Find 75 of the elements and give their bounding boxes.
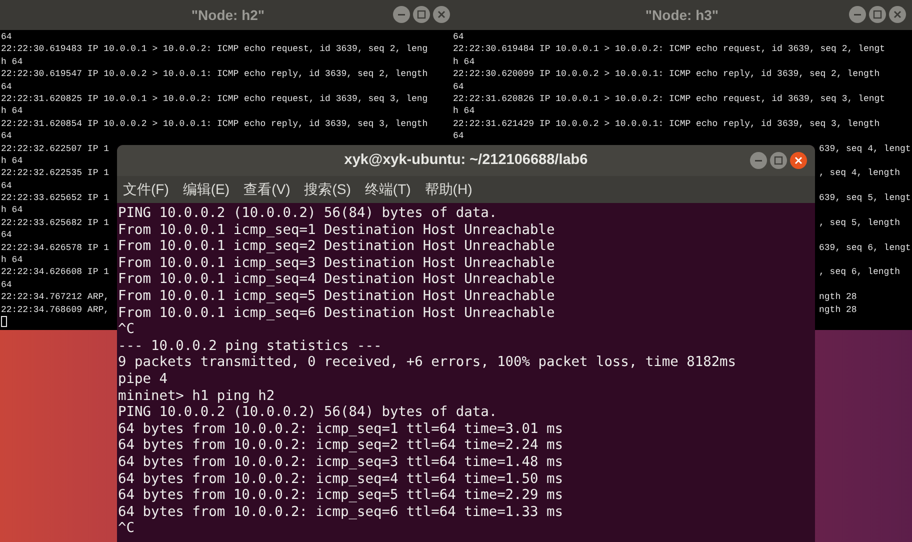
output-line: PING 10.0.0.2 (10.0.0.2) 56(84) bytes of data.: [118, 205, 498, 221]
close-icon[interactable]: [790, 152, 807, 169]
output-line: h 64: [1, 205, 23, 216]
output-line: 64 bytes from 10.0.0.2: icmp_seq=5 ttl=64 time=2.29 ms: [118, 487, 563, 504]
output-line: 64: [1, 32, 12, 42]
output-line: 22:22:31.621429 IP 10.0.0.2 > 10.0.0.1: ICMP echo reply, id 3639, seq 3, length: [453, 118, 880, 129]
minimize-icon[interactable]: [393, 6, 410, 23]
output-line: 9 packets transmitted, 0 received, +6 errors, 100% packet loss, time 8182ms: [118, 354, 736, 370]
output-line: 64: [1, 230, 12, 240]
window-title: "Node: h2": [191, 6, 265, 24]
output-line: pipe 4: [118, 370, 168, 387]
output-line: 22:22:30.620099 IP 10.0.0.2 > 10.0.0.1: ICMP echo reply, id 3639, seq 2, length: [453, 69, 880, 80]
window-title: xyk@xyk-ubuntu: ~/212106688/lab6: [344, 150, 588, 170]
output-line: ngth 28: [819, 292, 857, 302]
output-line: 639, seq 4, lengt: [819, 144, 911, 154]
maximize-icon[interactable]: [869, 6, 886, 23]
output-line: 64: [453, 131, 464, 142]
output-line: 639, seq 6, lengt: [819, 242, 911, 253]
output-line: mininet> h1 ping h2: [118, 388, 275, 404]
output-line: 64: [1, 82, 12, 92]
output-line: From 10.0.0.1 icmp_seq=2 Destination Host Unreachable: [118, 238, 555, 254]
output-line: 22:22:32.622507 IP 1: [1, 144, 110, 154]
output-line: h 64: [1, 156, 23, 166]
output-line: 64 bytes from 10.0.0.2: icmp_seq=3 ttl=64 time=1.48 ms: [118, 454, 563, 470]
output-line: 22:22:33.625682 IP 1: [1, 218, 110, 228]
output-line: From 10.0.0.1 icmp_seq=3 Destination Host Unreachable: [118, 254, 555, 271]
output-line: 64: [1, 280, 12, 290]
menu-item[interactable]: 文件(F): [123, 179, 169, 200]
output-line: ^C: [118, 520, 134, 536]
output-line: 64 bytes from 10.0.0.2: icmp_seq=4 ttl=64 time=1.50 ms: [118, 470, 563, 486]
output-line: --- 10.0.0.2 ping statistics ---: [118, 338, 382, 354]
output-line: 22:22:34.626578 IP 1: [1, 242, 110, 253]
output-line: 22:22:33.625652 IP 1: [1, 193, 110, 204]
output-line: 64 bytes from 10.0.0.2: icmp_seq=2 ttl=64 time=2.24 ms: [118, 437, 563, 454]
output-line: 64: [1, 180, 12, 191]
output-line: From 10.0.0.1 icmp_seq=5 Destination Host Unreachable: [118, 288, 555, 304]
output-line: PING 10.0.0.2 (10.0.0.2) 56(84) bytes of data.: [118, 404, 498, 420]
maximize-icon[interactable]: [413, 6, 430, 23]
minimize-icon[interactable]: [849, 6, 866, 23]
window-title: "Node: h3": [645, 6, 719, 24]
menu-item[interactable]: 帮助(H): [424, 179, 472, 200]
output-line: ngth 28: [819, 304, 857, 315]
output-line: 22:22:34.626608 IP 1: [1, 267, 110, 278]
output-line: 22:22:30.619483 IP 10.0.0.1 > 10.0.0.2: ICMP echo request, id 3639, seq 2, leng: [1, 44, 428, 54]
menu-item[interactable]: 搜索(S): [304, 179, 351, 200]
output-line: 22:22:30.619484 IP 10.0.0.1 > 10.0.0.2: ICMP echo request, id 3639, seq 2, lengt: [453, 44, 886, 54]
output-line: 64: [453, 32, 464, 42]
output-line: , seq 5, length: [819, 218, 900, 228]
output-line: From 10.0.0.1 icmp_seq=6 Destination Host Unreachable: [118, 304, 555, 321]
output-line: 22:22:31.620826 IP 10.0.0.1 > 10.0.0.2: ICMP echo request, id 3639, seq 3, lengt: [453, 94, 886, 104]
output-line: 22:22:32.622535 IP 1: [1, 168, 110, 178]
output-line: h 64: [1, 255, 23, 266]
output-line: From 10.0.0.1 icmp_seq=1 Destination Host Unreachable: [118, 222, 555, 238]
output-line: From 10.0.0.1 icmp_seq=4 Destination Host Unreachable: [118, 271, 555, 288]
output-line: 64: [453, 82, 464, 92]
output-line: h 64: [1, 56, 23, 67]
menu-item[interactable]: 终端(T): [364, 179, 411, 200]
output-line: 22:22:34.768609 ARP,: [1, 304, 110, 315]
output-line: , seq 4, length: [819, 168, 900, 178]
menu-item[interactable]: 编辑(E): [182, 179, 230, 200]
output-line: 22:22:31.620825 IP 10.0.0.1 > 10.0.0.2: ICMP echo request, id 3639, seq 3, leng: [1, 94, 428, 104]
minimize-icon[interactable]: [750, 152, 767, 169]
output-line: 64: [1, 131, 12, 142]
output-line: 22:22:30.619547 IP 10.0.0.2 > 10.0.0.1: ICMP echo reply, id 3639, seq 2, length: [1, 69, 428, 80]
output-line: 639, seq 5, lengt: [819, 193, 911, 204]
menu-item[interactable]: 查看(V): [244, 179, 290, 200]
output-line: 64 bytes from 10.0.0.2: icmp_seq=1 ttl=64 time=3.01 ms: [118, 420, 563, 437]
output-line: h 64: [453, 56, 475, 67]
output-line: h 64: [453, 106, 475, 116]
output-line: 64 bytes from 10.0.0.2: icmp_seq=6 ttl=64 time=1.33 ms: [118, 504, 563, 520]
output-line: ^C: [118, 321, 134, 338]
output-line: 22:22:34.767212 ARP,: [1, 292, 110, 302]
output-line: 22:22:31.620854 IP 10.0.0.2 > 10.0.0.1: ICMP echo reply, id 3639, seq 3, length: [1, 118, 428, 129]
output-line: h 64: [1, 106, 23, 116]
output-line: , seq 6, length: [819, 267, 900, 278]
